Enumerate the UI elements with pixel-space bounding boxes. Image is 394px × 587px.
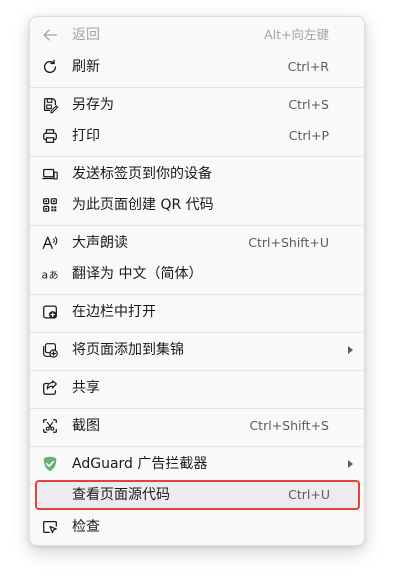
menu-item-label: 共享 [72, 380, 100, 396]
menu-item-label: AdGuard 广告拦截器 [72, 456, 208, 472]
menu-item-send-to-devices[interactable]: 发送标签页到你的设备 [30, 158, 364, 190]
menu-item-label: 另存为 [72, 97, 114, 113]
menu-item-label: 检查 [72, 519, 100, 535]
menu-item-label: 返回 [72, 27, 100, 43]
menu-item-label: 在边栏中打开 [72, 304, 156, 320]
menu-item-shortcut: Ctrl+Shift+S [249, 418, 329, 433]
qr-code-icon [40, 195, 60, 215]
printer-icon [40, 126, 60, 146]
menu-divider [30, 294, 364, 295]
menu-divider [30, 446, 364, 447]
menu-item-label: 大声朗读 [72, 235, 128, 251]
menu-item-shortcut: Alt+向左键 [264, 27, 329, 42]
menu-item-label: 将页面添加到集锦 [72, 342, 184, 358]
menu-item-read-aloud[interactable]: 大声朗读 Ctrl+Shift+U [30, 227, 364, 259]
menu-item-save-as[interactable]: 另存为 Ctrl+S [30, 89, 364, 121]
context-menu: 返回 Alt+向左键 刷新 Ctrl+R 另存为 Ctrl+S 打印 Ctrl+… [29, 16, 365, 546]
menu-item-label: 为此页面创建 QR 代码 [72, 197, 214, 213]
menu-item-screenshot[interactable]: 截图 Ctrl+Shift+S [30, 410, 364, 442]
menu-item-shortcut: Ctrl+R [287, 59, 329, 74]
menu-item-label: 打印 [72, 128, 100, 144]
inspect-icon [40, 517, 60, 537]
collections-add-icon [40, 340, 60, 360]
menu-item-back[interactable]: 返回 Alt+向左键 [30, 19, 364, 51]
read-aloud-icon [40, 233, 60, 253]
menu-item-qr-code[interactable]: 为此页面创建 QR 代码 [30, 189, 364, 221]
translate-icon: aあ [40, 264, 60, 284]
menu-divider [30, 87, 364, 88]
menu-item-shortcut: Ctrl+P [288, 128, 329, 143]
menu-item-translate[interactable]: aあ 翻译为 中文（简体） [30, 258, 364, 290]
menu-item-add-to-collections[interactable]: 将页面添加到集锦 [30, 334, 364, 366]
menu-item-shortcut: Ctrl+Shift+U [248, 235, 329, 250]
menu-item-shortcut: Ctrl+S [288, 97, 329, 112]
menu-item-view-source[interactable]: 查看页面源代码 Ctrl+U [35, 480, 360, 510]
chevron-right-icon [348, 460, 353, 468]
menu-item-label: 翻译为 中文（简体） [72, 266, 203, 282]
svg-text:あ: あ [49, 270, 59, 282]
screenshot-icon [40, 416, 60, 436]
sidebar-open-icon [40, 302, 60, 322]
menu-divider [30, 225, 364, 226]
menu-divider [30, 332, 364, 333]
chevron-right-icon [348, 346, 353, 354]
menu-item-print[interactable]: 打印 Ctrl+P [30, 120, 364, 152]
menu-item-label: 发送标签页到你的设备 [72, 166, 212, 182]
menu-item-inspect[interactable]: 检查 [30, 511, 364, 543]
menu-item-label: 截图 [72, 418, 100, 434]
menu-item-adguard[interactable]: AdGuard 广告拦截器 [30, 448, 364, 480]
menu-item-shortcut: Ctrl+U [288, 487, 330, 502]
menu-item-open-in-sidebar[interactable]: 在边栏中打开 [30, 296, 364, 328]
back-arrow-icon [40, 25, 60, 45]
share-icon [40, 378, 60, 398]
send-to-device-icon [40, 164, 60, 184]
adguard-shield-icon [40, 454, 60, 474]
save-as-icon [40, 95, 60, 115]
refresh-icon [40, 57, 60, 77]
menu-divider [30, 156, 364, 157]
svg-text:a: a [41, 269, 48, 282]
menu-item-label: 查看页面源代码 [72, 487, 170, 503]
menu-item-label: 刷新 [72, 59, 100, 75]
menu-item-share[interactable]: 共享 [30, 372, 364, 404]
menu-item-refresh[interactable]: 刷新 Ctrl+R [30, 51, 364, 83]
menu-divider [30, 408, 364, 409]
menu-divider [30, 370, 364, 371]
